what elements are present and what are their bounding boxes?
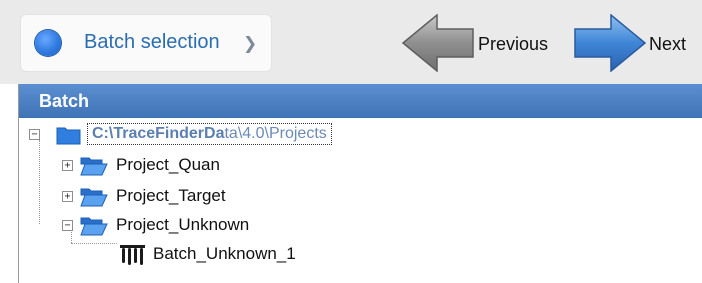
root-path-rest: ta\4.0\Projects — [224, 125, 327, 142]
tree-node-root[interactable]: − C:\TraceFinderData\4.0\Projects — [29, 121, 449, 149]
tree-node-batch[interactable]: Batch_Unknown_1 — [118, 241, 378, 269]
batch-tree: − C:\TraceFinderData\4.0\Projects + Proj… — [19, 118, 702, 283]
batch-panel: Batch − C:\TraceFinderData\4.0\Projects … — [18, 84, 702, 283]
open-folder-icon — [80, 217, 108, 236]
previous-label: Previous — [478, 34, 549, 54]
step-label: Batch selection — [84, 31, 220, 53]
expand-icon[interactable]: + — [62, 160, 73, 171]
batch-label: Batch_Unknown_1 — [153, 244, 296, 263]
previous-button[interactable]: Previous — [401, 14, 561, 72]
panel-title: Batch — [19, 84, 702, 118]
expand-icon[interactable]: + — [62, 191, 73, 202]
tree-node-project[interactable]: + Project_Target — [62, 183, 302, 211]
step-status-icon — [35, 30, 61, 56]
root-path-bold: C:\TraceFinderDa — [92, 125, 225, 142]
tree-connector — [71, 243, 117, 244]
open-folder-icon — [80, 188, 108, 207]
step-batch-selection[interactable]: Batch selection ❯ — [20, 14, 272, 72]
open-folder-icon — [80, 157, 108, 176]
tree-node-project[interactable]: + Project_Quan — [62, 152, 302, 180]
project-label: Project_Target — [116, 186, 226, 205]
next-label: Next — [649, 34, 687, 54]
folder-icon — [56, 127, 81, 145]
test-tubes-icon — [120, 245, 145, 265]
tree-node-project[interactable]: − Project_Unknown — [62, 212, 322, 240]
collapse-icon[interactable]: − — [62, 220, 73, 231]
project-label: Project_Unknown — [116, 215, 250, 234]
workflow-bar: Batch selection ❯ Previous Next — [0, 0, 702, 84]
chevron-right-icon: ❯ — [243, 34, 258, 53]
collapse-icon[interactable]: − — [29, 129, 40, 140]
root-path-label[interactable]: C:\TraceFinderData\4.0\Projects — [87, 123, 332, 145]
tree-connector — [39, 140, 40, 224]
project-label: Project_Quan — [116, 155, 220, 174]
next-button[interactable]: Next — [573, 14, 698, 72]
